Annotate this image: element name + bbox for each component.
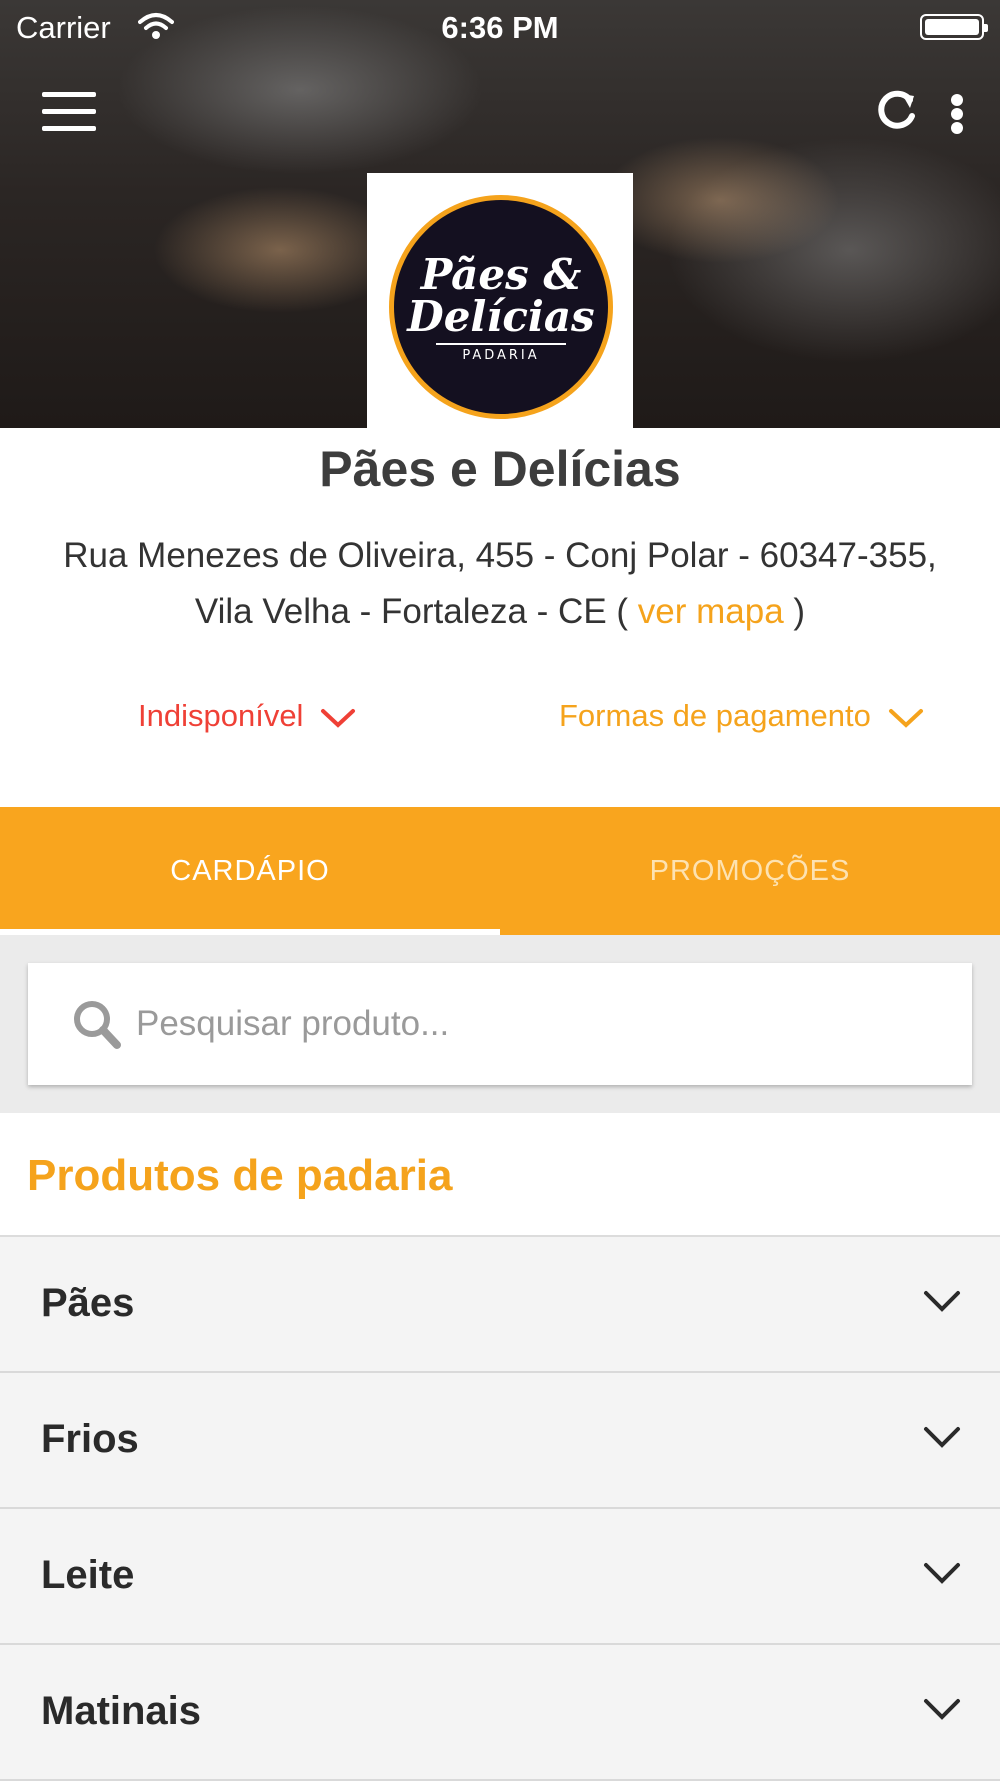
map-link[interactable]: ver mapa <box>638 592 784 631</box>
category-label: Frios <box>41 1417 139 1461</box>
search-icon <box>74 1001 121 1049</box>
refresh-icon[interactable] <box>872 86 922 136</box>
section-title: Produtos de padaria <box>27 1151 453 1200</box>
status-bar: Carrier 6:36 PM <box>0 0 1000 54</box>
payment-methods-dropdown[interactable]: Formas de pagamento <box>559 698 924 734</box>
store-name: Pães e Delícias <box>319 441 681 497</box>
chevron-down-icon <box>924 1427 960 1448</box>
chevron-down-icon <box>924 1291 960 1312</box>
payment-label: Formas de pagamento <box>559 698 871 733</box>
address-line2: Vila Velha - Fortaleza - CE ( <box>194 592 638 631</box>
address-line1: Rua Menezes de Oliveira, 455 - Conj Pola… <box>63 536 937 575</box>
search-area <box>0 935 1000 1113</box>
search-box[interactable] <box>28 963 972 1085</box>
category-label: Leite <box>41 1553 135 1597</box>
tab-cardapio[interactable]: CARDÁPIO <box>0 807 500 935</box>
store-logo: Pães & Delícias PADARIA <box>367 173 633 428</box>
search-input[interactable] <box>134 993 938 1055</box>
battery-icon <box>920 14 988 40</box>
availability-label: Indisponível <box>138 698 304 733</box>
category-label: Matinais <box>41 1689 202 1733</box>
tab-bar: CARDÁPIO PROMOÇÕES <box>0 807 1000 935</box>
address-close: ) <box>783 592 806 631</box>
logo-text-line3: PADARIA <box>462 348 540 363</box>
more-vertical-icon[interactable] <box>946 88 968 138</box>
availability-dropdown[interactable]: Indisponível <box>138 698 356 734</box>
chevron-down-icon <box>924 1699 960 1720</box>
tab-promocoes[interactable]: PROMOÇÕES <box>500 807 1000 935</box>
chevron-down-icon <box>924 1563 960 1584</box>
category-item-frios[interactable]: Frios <box>0 1373 1000 1509</box>
store-address: Rua Menezes de Oliveira, 455 - Conj Pola… <box>0 528 1000 640</box>
section-header: Produtos de padaria <box>0 1113 1000 1237</box>
clock: 6:36 PM <box>441 10 559 45</box>
menu-icon[interactable] <box>42 92 96 132</box>
logo-text-line2: Delícias <box>407 292 595 341</box>
category-item-paes[interactable]: Pães <box>0 1237 1000 1373</box>
category-item-leite[interactable]: Leite <box>0 1509 1000 1645</box>
chevron-down-icon <box>321 708 356 728</box>
category-label: Pães <box>41 1281 135 1325</box>
chevron-down-icon <box>888 708 923 728</box>
category-item-matinais[interactable]: Matinais <box>0 1645 1000 1781</box>
store-info-card: Pães e Delícias Rua Menezes de Oliveira,… <box>0 428 1000 807</box>
